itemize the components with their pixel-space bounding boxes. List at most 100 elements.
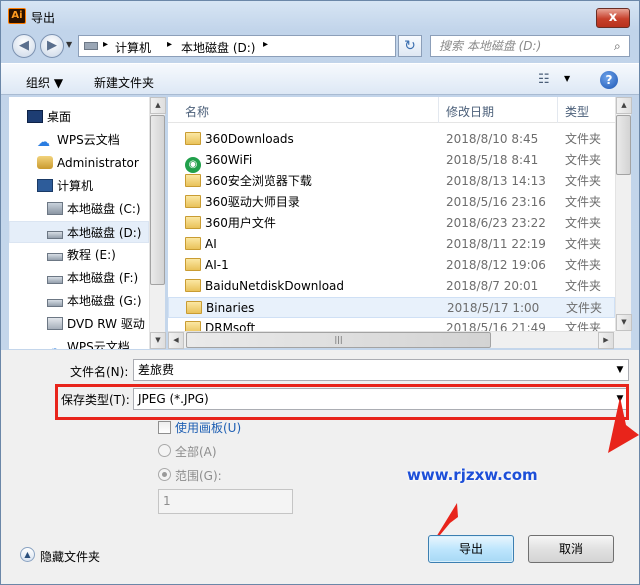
hide-folders-button[interactable]: 隐藏文件夹	[40, 548, 100, 565]
column-divider[interactable]	[438, 97, 439, 123]
forward-arrow-icon: ▶	[47, 38, 57, 53]
file-name: DRMsoft	[205, 321, 256, 331]
nav-item-computer[interactable]: 计算机	[9, 175, 149, 197]
file-type: 文件夹	[565, 195, 602, 209]
scroll-left-icon[interactable]: ◀	[168, 332, 184, 349]
nav-item-wps-cloud[interactable]: ☁ WPS云文档	[9, 129, 149, 151]
file-name: 360驱动大师目录	[205, 195, 300, 209]
cloud-icon: ☁	[47, 343, 63, 349]
file-row[interactable]: 360驱动大师目录 2018/5/16 23:16 文件夹	[168, 192, 615, 213]
history-dropdown-icon[interactable]: ▼	[66, 40, 72, 49]
filename-input[interactable]: 差旅费 ▼	[133, 359, 629, 381]
nav-item-dvd-drive[interactable]: DVD RW 驱动	[9, 313, 149, 335]
scroll-down-icon[interactable]: ▼	[616, 314, 632, 331]
search-input[interactable]: 搜索 本地磁盘 (D:) ⌕	[430, 35, 630, 57]
refresh-icon: ↻	[404, 38, 416, 54]
illustrator-app-icon: Ai	[8, 8, 26, 24]
system-drive-icon	[47, 202, 63, 215]
file-name: AI-1	[205, 258, 229, 272]
cancel-button[interactable]: 取消	[528, 535, 614, 563]
nav-item-label: 教程 (E:)	[67, 248, 116, 262]
file-type: 文件夹	[566, 301, 603, 315]
navigation-pane: 桌面 ☁ WPS云文档 Administrator 计算机 本地磁盘 (C:) 本…	[9, 97, 149, 349]
help-icon[interactable]: ?	[600, 71, 618, 89]
nav-item-label: 桌面	[47, 110, 72, 124]
desktop-icon	[27, 110, 43, 123]
nav-item-drive-c[interactable]: 本地磁盘 (C:)	[9, 198, 149, 220]
file-name: 360Downloads	[205, 132, 294, 146]
file-type: 文件夹	[565, 321, 602, 331]
file-row[interactable]: Binaries 2018/5/17 1:00 文件夹	[168, 297, 615, 318]
filename-dropdown-icon[interactable]: ▼	[612, 360, 628, 380]
use-artboards-label[interactable]: 使用画板(U)	[175, 419, 241, 436]
file-row[interactable]: 360安全浏览器下载 2018/8/13 14:13 文件夹	[168, 171, 615, 192]
folder-icon	[185, 255, 201, 276]
user-icon	[37, 156, 53, 169]
collapse-icon[interactable]: ▲	[20, 547, 35, 562]
back-button[interactable]: ◀	[12, 34, 36, 58]
computer-icon	[37, 179, 53, 192]
nav-item-label: 本地磁盘 (D:)	[67, 226, 142, 240]
file-date: 2018/8/12 19:06	[446, 258, 546, 272]
file-name: BaiduNetdiskDownload	[205, 279, 345, 293]
file-row[interactable]: BaiduNetdiskDownload 2018/8/7 20:01 文件夹	[168, 276, 615, 297]
file-scroll-thumb[interactable]	[616, 115, 631, 175]
range-input[interactable]: 1	[158, 489, 293, 514]
nav-item-drive-e[interactable]: 教程 (E:)	[9, 244, 149, 266]
file-type: 文件夹	[565, 174, 602, 188]
file-row[interactable]: ◉ 360WiFi 2018/5/18 8:41 文件夹	[168, 150, 615, 173]
organize-button[interactable]: 组织 ▼	[26, 74, 63, 91]
nav-item-drive-f[interactable]: 本地磁盘 (F:)	[9, 267, 149, 289]
nav-item-desktop[interactable]: 桌面	[9, 106, 149, 128]
all-radio[interactable]	[158, 444, 171, 457]
scroll-up-icon[interactable]: ▲	[150, 97, 166, 114]
all-label: 全部(A)	[175, 445, 217, 459]
file-list-scrollbar[interactable]: ▲ ▼	[615, 97, 632, 331]
column-name[interactable]: 名称	[185, 103, 209, 120]
scroll-right-icon[interactable]: ▶	[598, 332, 614, 349]
filename-label: 文件名(N):	[70, 365, 129, 379]
file-date: 2018/5/16 23:16	[446, 195, 546, 209]
file-row[interactable]: 360Downloads 2018/8/10 8:45 文件夹	[168, 129, 615, 150]
folder-icon	[185, 213, 201, 234]
hscroll-thumb[interactable]: |||	[186, 332, 491, 348]
file-list-hscrollbar[interactable]: ◀ ||| ▶	[168, 331, 615, 349]
view-dropdown-icon[interactable]: ▼	[564, 74, 570, 83]
file-type: 文件夹	[565, 258, 602, 272]
nav-scroll-thumb[interactable]	[150, 115, 165, 285]
close-button[interactable]: x	[596, 8, 630, 28]
nav-item-administrator[interactable]: Administrator	[9, 152, 149, 174]
nav-item-drive-g[interactable]: 本地磁盘 (G:)	[9, 290, 149, 312]
file-row[interactable]: AI-1 2018/8/12 19:06 文件夹	[168, 255, 615, 276]
nav-item-label: DVD RW 驱动	[67, 317, 145, 331]
column-date[interactable]: 修改日期	[446, 103, 494, 120]
range-label: 范围(G):	[175, 469, 222, 483]
new-folder-button[interactable]: 新建文件夹	[94, 74, 154, 91]
nav-item-wps-cloud-2[interactable]: ☁ WPS云文档	[9, 336, 149, 349]
nav-scrollbar[interactable]: ▲ ▼	[149, 97, 166, 349]
refresh-button[interactable]: ↻	[398, 35, 422, 57]
breadcrumb-drive-d[interactable]: 本地磁盘 (D:)	[181, 39, 255, 56]
column-divider[interactable]	[557, 97, 558, 123]
breadcrumb-computer[interactable]: 计算机	[115, 39, 151, 56]
view-options-icon[interactable]: ☷	[538, 72, 550, 87]
column-header: ^ 名称 修改日期 类型	[168, 97, 615, 123]
folder-icon	[185, 234, 201, 255]
drive-icon	[84, 42, 98, 50]
forward-button[interactable]: ▶	[40, 34, 64, 58]
nav-item-drive-d[interactable]: 本地磁盘 (D:)	[9, 221, 149, 243]
export-button[interactable]: 导出	[428, 535, 514, 563]
file-row[interactable]: AI 2018/8/11 22:19 文件夹	[168, 234, 615, 255]
scroll-up-icon[interactable]: ▲	[616, 97, 632, 114]
range-radio[interactable]	[158, 468, 171, 481]
column-type[interactable]: 类型	[565, 103, 589, 120]
folder-icon	[186, 298, 202, 319]
file-row[interactable]: DRMsoft 2018/5/16 21:49 文件夹	[168, 318, 615, 331]
folder-icon	[185, 129, 201, 150]
use-artboards-checkbox[interactable]	[158, 421, 171, 434]
file-name: AI	[205, 237, 217, 251]
file-row[interactable]: 360用户文件 2018/6/23 23:22 文件夹	[168, 213, 615, 234]
file-date: 2018/6/23 23:22	[446, 216, 546, 230]
address-bar[interactable]: ▸ 计算机 ▸ 本地磁盘 (D:) ▸ ▼	[78, 35, 469, 57]
scroll-down-icon[interactable]: ▼	[150, 332, 166, 349]
